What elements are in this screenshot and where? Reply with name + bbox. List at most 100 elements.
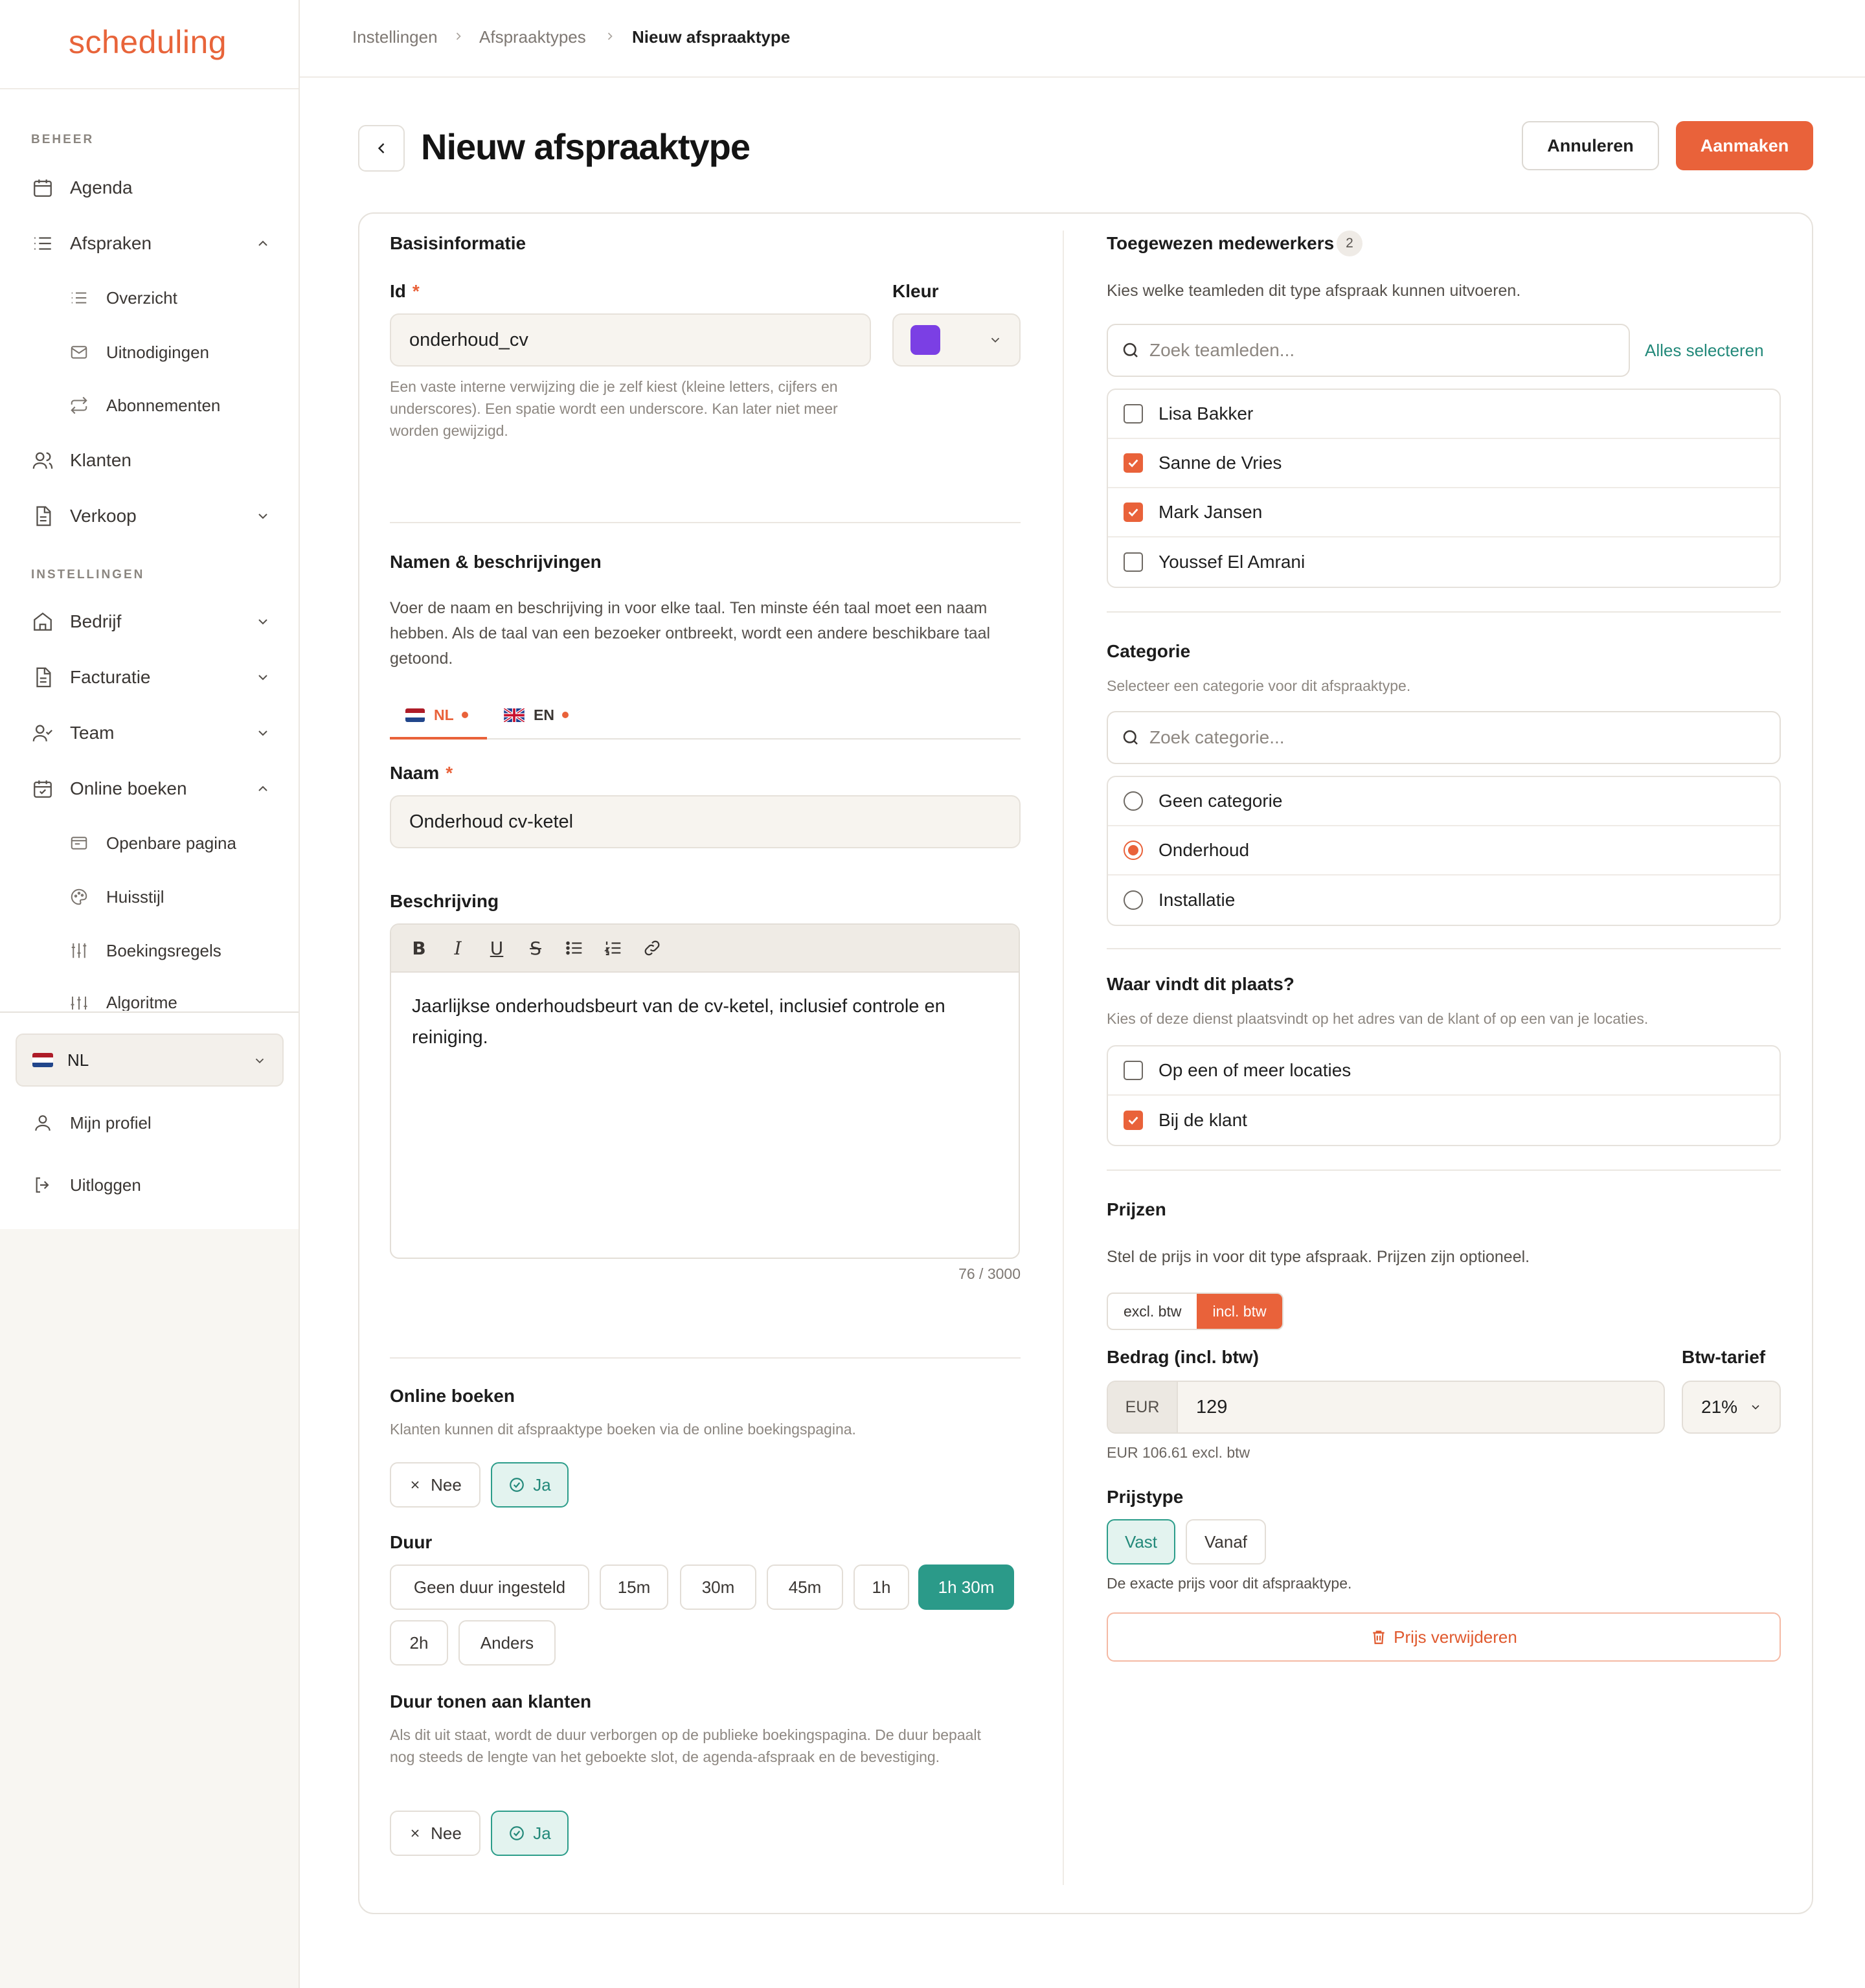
sidebar-subitem-boekingsregels[interactable]: Boekingsregels	[69, 935, 221, 966]
sidebar-subitem-uitnodigingen[interactable]: Uitnodigingen	[69, 337, 209, 368]
vat-mode-toggle[interactable]: excl. btw incl. btw	[1107, 1293, 1283, 1330]
select-all-link[interactable]: Alles selecteren	[1645, 341, 1764, 361]
sidebar-item-bedrijf[interactable]: Bedrijf	[31, 605, 271, 638]
sidebar-item-verkoop[interactable]: Verkoop	[31, 499, 271, 533]
mail-icon	[69, 342, 89, 363]
sidebar-subitem-openbare-pagina[interactable]: Openbare pagina	[69, 828, 236, 859]
sidebar-item-logout[interactable]: Uitloggen	[31, 1168, 271, 1202]
show-duration-yes-button[interactable]: Ja	[491, 1811, 569, 1856]
delete-price-button[interactable]: Prijs verwijderen	[1107, 1612, 1781, 1662]
sidebar-item-facturatie[interactable]: Facturatie	[31, 661, 271, 694]
underline-icon[interactable]: U	[486, 937, 508, 959]
duration-option[interactable]: 45m	[767, 1564, 843, 1610]
duration-option[interactable]: Geen duur ingesteld	[390, 1564, 589, 1610]
cancel-button[interactable]: Annuleren	[1522, 121, 1659, 170]
duration-option[interactable]: 30m	[680, 1564, 756, 1610]
checkbox-checked[interactable]	[1124, 1111, 1143, 1130]
strikethrough-icon[interactable]: S	[525, 937, 547, 959]
close-icon	[411, 1481, 419, 1489]
category-option[interactable]: Installatie	[1108, 875, 1780, 925]
checkbox[interactable]	[1124, 404, 1143, 424]
char-count: 76 / 3000	[958, 1265, 1021, 1282]
online-no-button[interactable]: Nee	[390, 1462, 480, 1508]
radio[interactable]	[1124, 890, 1143, 910]
checkbox[interactable]	[1124, 552, 1143, 572]
editor-toolbar: B I U S	[391, 925, 1019, 973]
description-editor[interactable]: B I U S Jaarlijkse onderhoudsbeurt van d…	[390, 923, 1020, 1259]
staff-row[interactable]: Youssef El Amrani	[1108, 537, 1780, 587]
checkbox-checked[interactable]	[1124, 453, 1143, 473]
breadcrumb-item[interactable]: Afspraaktypes	[479, 27, 586, 47]
staff-row[interactable]: Mark Jansen	[1108, 488, 1780, 537]
section-title-staff: Toegewezen medewerkers	[1107, 233, 1335, 253]
bullet-list-icon[interactable]	[563, 937, 585, 959]
radio-selected[interactable]	[1124, 841, 1143, 860]
users-icon	[31, 449, 54, 472]
checkbox-checked[interactable]	[1124, 503, 1143, 522]
sidebar-subitem-overzicht[interactable]: Overzicht	[69, 282, 177, 313]
duration-option-selected[interactable]: 1h 30m	[918, 1564, 1014, 1610]
app-logo[interactable]: scheduling	[69, 23, 227, 61]
checkbox[interactable]	[1124, 1061, 1143, 1080]
sidebar-subitem-algoritme[interactable]: Algoritme	[69, 989, 177, 1011]
radio[interactable]	[1124, 791, 1143, 811]
section-title-location: Waar vindt dit plaats?	[1107, 974, 1294, 994]
staff-row[interactable]: Sanne de Vries	[1108, 439, 1780, 488]
price-type-from[interactable]: Vanaf	[1186, 1519, 1266, 1564]
duration-option[interactable]: 15m	[600, 1564, 668, 1610]
id-input[interactable]: onderhoud_cv	[390, 313, 871, 367]
button-label: Ja	[533, 1823, 551, 1843]
language-select[interactable]: NL	[16, 1034, 284, 1087]
sidebar-subitem-label: Abonnementen	[106, 395, 221, 415]
name-input[interactable]: Onderhoud cv-ketel	[390, 795, 1021, 848]
sidebar-item-klanten[interactable]: Klanten	[31, 444, 271, 477]
show-duration-no-button[interactable]: Nee	[390, 1811, 480, 1856]
bold-icon[interactable]: B	[408, 937, 430, 959]
back-button[interactable]	[358, 125, 405, 172]
category-option[interactable]: Geen categorie	[1108, 777, 1780, 826]
staff-search-input[interactable]: Zoek teamleden...	[1107, 324, 1630, 377]
description-text[interactable]: Jaarlijkse onderhoudsbeurt van de cv-ket…	[391, 973, 1019, 1071]
sidebar-item-online-boeken[interactable]: Online boeken	[31, 772, 271, 806]
toggle-excl-vat[interactable]: excl. btw	[1108, 1294, 1197, 1329]
create-button[interactable]: Aanmaken	[1676, 121, 1813, 170]
vat-select[interactable]: 21%	[1682, 1381, 1781, 1434]
tab-en[interactable]: EN	[504, 702, 569, 728]
divider	[0, 88, 299, 89]
amount-value[interactable]: 129	[1178, 1382, 1227, 1432]
online-yes-button[interactable]: Ja	[491, 1462, 569, 1508]
section-title-names: Namen & beschrijvingen	[390, 552, 602, 572]
sidebar-item-agenda[interactable]: Agenda	[31, 171, 271, 205]
sidebar-item-profile[interactable]: Mijn profiel	[31, 1106, 271, 1140]
category-search-input[interactable]: Zoek categorie...	[1107, 711, 1781, 764]
close-icon	[411, 1829, 419, 1837]
excl-vat-note: EUR 106.61 excl. btw	[1107, 1444, 1250, 1461]
duration-option[interactable]: 1h	[853, 1564, 909, 1610]
button-label: Nee	[431, 1474, 462, 1495]
sidebar-item-afspraken[interactable]: Afspraken	[31, 227, 271, 260]
italic-icon[interactable]: I	[447, 937, 469, 959]
currency-prefix: EUR	[1108, 1382, 1178, 1432]
location-option[interactable]: Op een of meer locaties	[1108, 1046, 1780, 1096]
toggle-incl-vat[interactable]: incl. btw	[1197, 1294, 1282, 1329]
chevron-down-icon	[255, 1058, 264, 1064]
staff-row[interactable]: Lisa Bakker	[1108, 390, 1780, 439]
ordered-list-icon[interactable]	[602, 937, 624, 959]
link-icon[interactable]	[641, 937, 663, 959]
category-option[interactable]: Onderhoud	[1108, 826, 1780, 875]
sidebar-subitem-huisstijl[interactable]: Huisstijl	[69, 881, 164, 912]
price-type-fixed[interactable]: Vast	[1107, 1519, 1175, 1564]
color-select[interactable]	[892, 313, 1021, 367]
sliders-icon	[69, 993, 89, 1011]
amount-input[interactable]: EUR 129	[1107, 1381, 1665, 1434]
tab-nl[interactable]: NL	[405, 702, 468, 728]
check-circle-icon	[510, 1478, 525, 1492]
sidebar-item-team[interactable]: Team	[31, 716, 271, 750]
location-option[interactable]: Bij de klant	[1108, 1096, 1780, 1145]
duration-option[interactable]: Anders	[458, 1620, 556, 1666]
category-list: Geen categorie Onderhoud Installatie	[1107, 776, 1781, 926]
duration-option[interactable]: 2h	[390, 1620, 448, 1666]
breadcrumb-item[interactable]: Instellingen	[352, 27, 438, 47]
price-type-label: Prijstype	[1107, 1487, 1184, 1507]
sidebar-subitem-abonnementen[interactable]: Abonnementen	[69, 390, 220, 421]
